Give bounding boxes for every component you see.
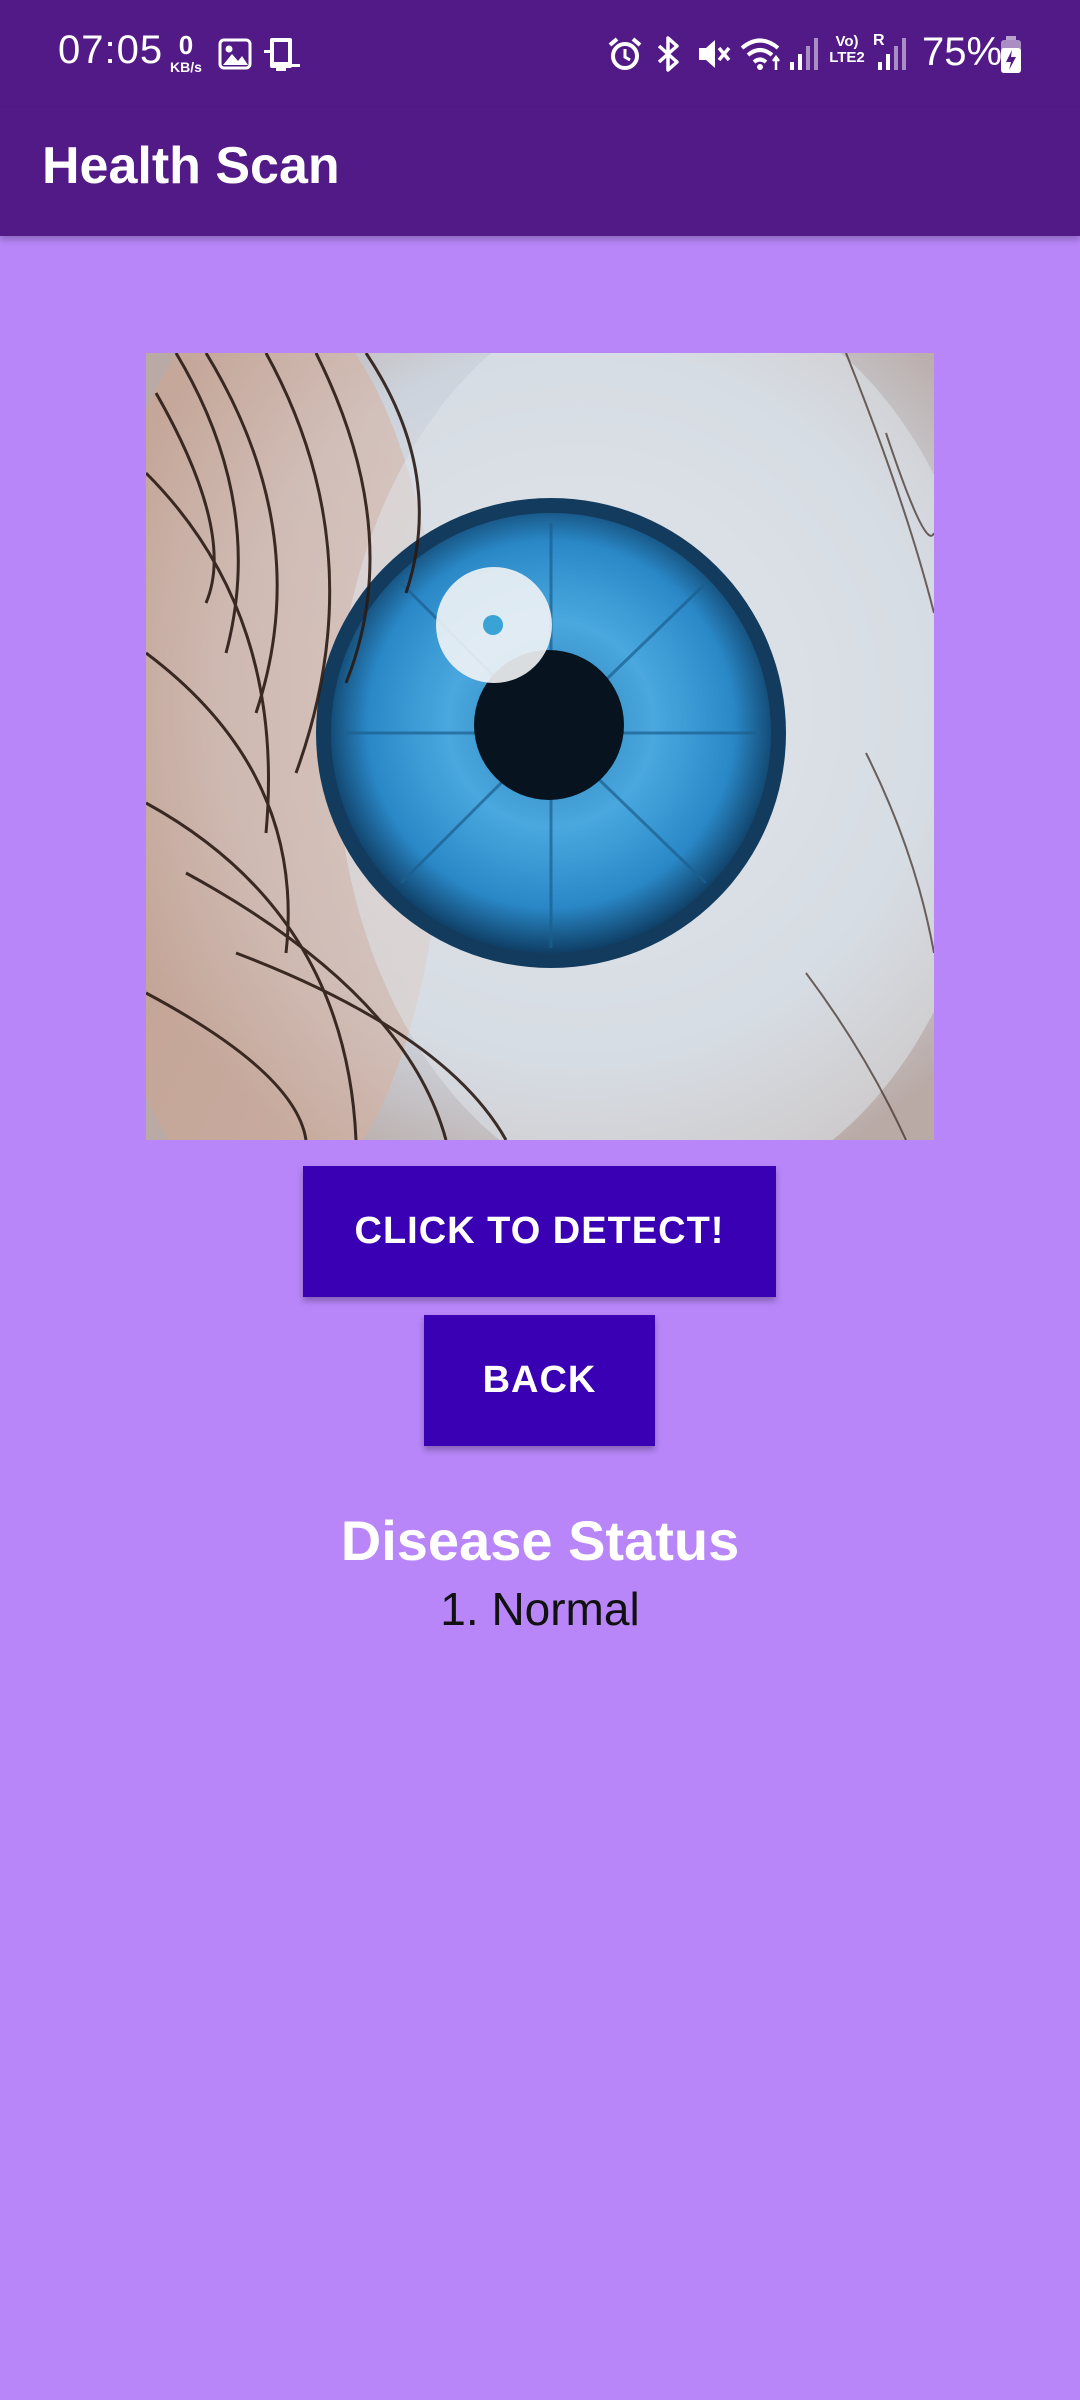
status-time: 07:05	[58, 28, 164, 72]
signal-icon	[788, 36, 820, 77]
disease-status-heading: Disease Status	[340, 1509, 740, 1572]
net-speed-indicator: 0 KB/s	[166, 32, 206, 74]
net-speed-value: 0	[178, 30, 194, 60]
wifi-icon	[740, 36, 784, 77]
gallery-icon	[218, 38, 252, 75]
eye-photo	[146, 353, 934, 1140]
bluetooth-icon	[655, 36, 683, 77]
net-speed-unit: KB/s	[170, 59, 202, 75]
cast-icon	[262, 36, 302, 77]
alarm-icon	[607, 36, 643, 77]
signal-icon	[876, 36, 908, 77]
mute-icon	[696, 36, 732, 77]
battery-charging-icon	[1000, 36, 1022, 79]
battery-percent: 75%	[922, 30, 1003, 74]
network-type-label: Vo) LTE2	[829, 33, 865, 66]
status-bar: 07:05 0 KB/s Vo) LTE2 R 75%	[0, 0, 1080, 108]
back-button[interactable]: BACK	[424, 1315, 655, 1446]
app-bar: Health Scan	[0, 108, 1080, 236]
detect-button[interactable]: CLICK TO DETECT!	[303, 1166, 776, 1297]
disease-status-value: 1. Normal	[440, 1583, 640, 1635]
app-title: Health Scan	[42, 137, 340, 195]
